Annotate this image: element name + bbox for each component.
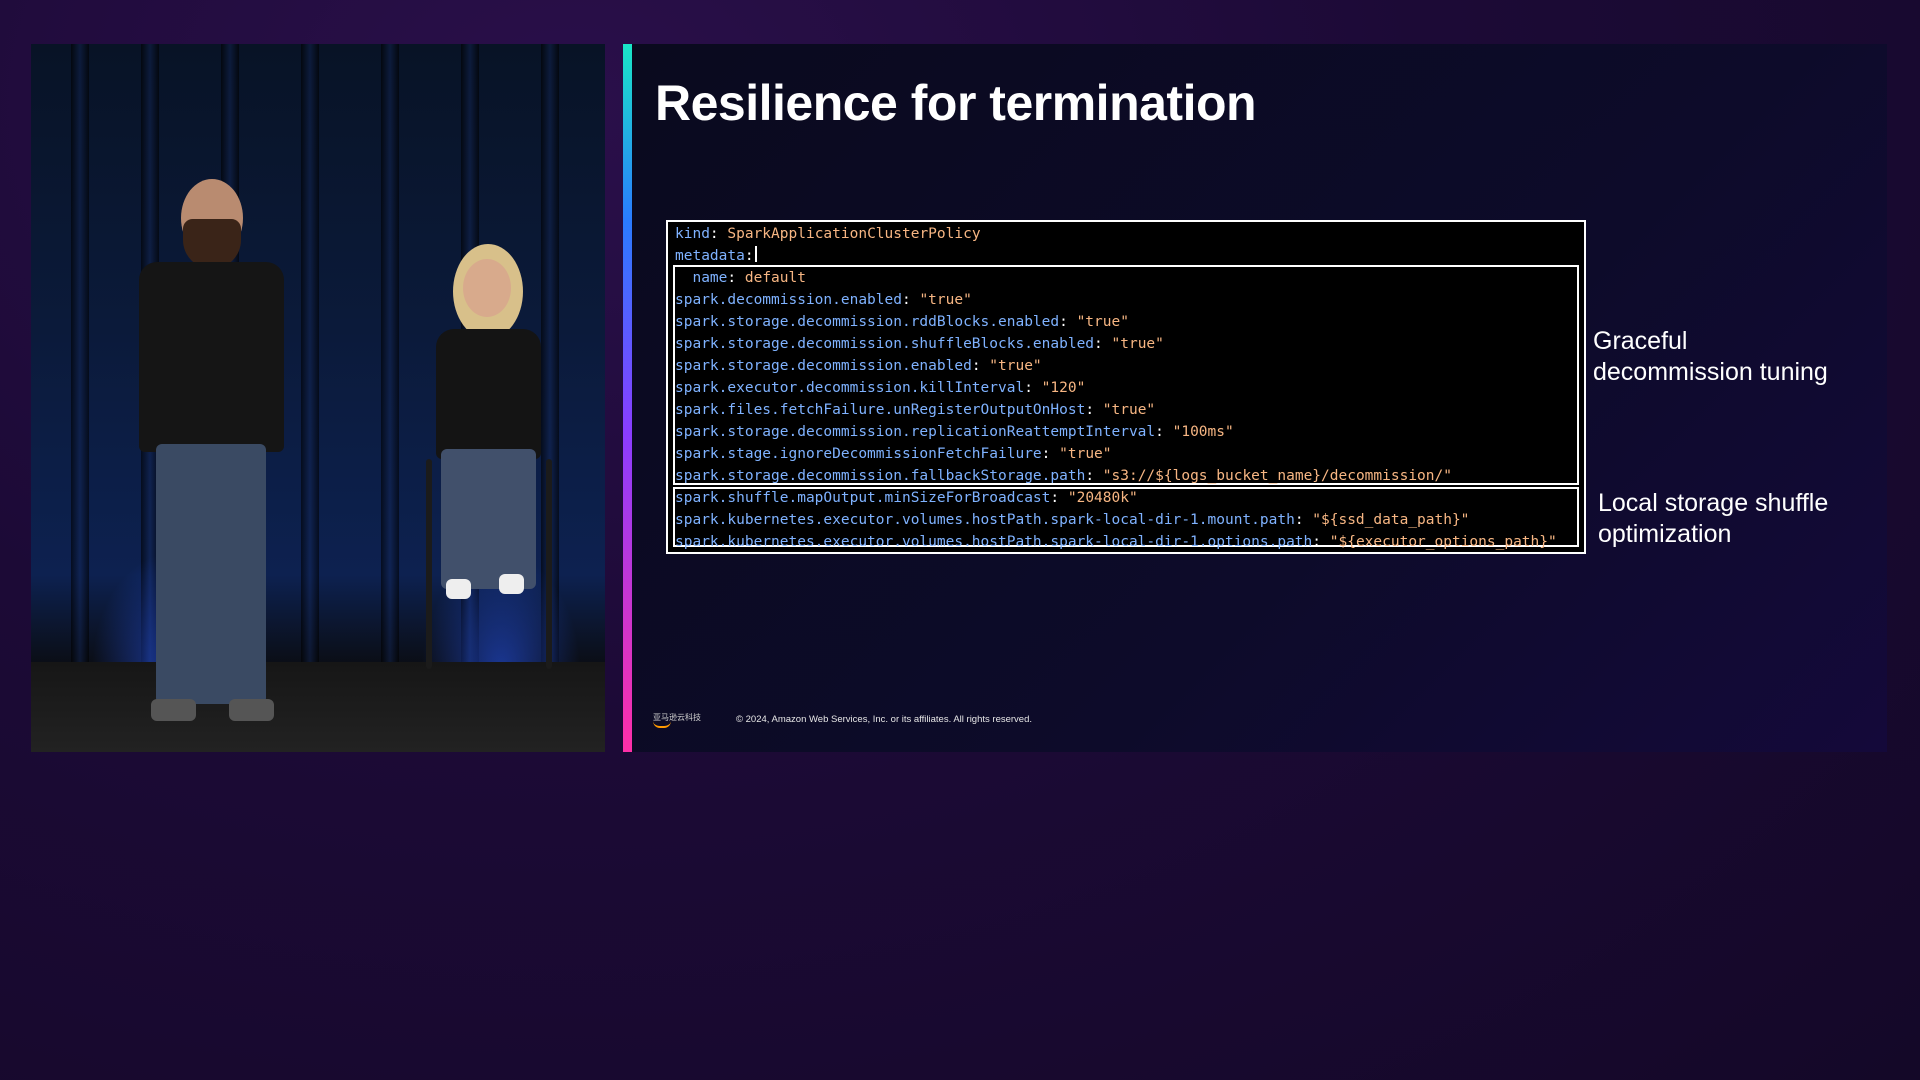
code-key: spark.storage.decommission.shuffleBlocks… bbox=[675, 336, 1095, 352]
code-value: "${ssd_data_path}" bbox=[1312, 512, 1470, 528]
code-separator: : bbox=[709, 226, 728, 242]
code-value: "100ms" bbox=[1172, 424, 1234, 440]
code-line: spark.storage.decommission.enabled: "tru… bbox=[675, 355, 1042, 377]
annotation-graceful-decommission: Graceful decommission tuning bbox=[1593, 327, 1828, 386]
code-value: "s3://${logs_bucket_name}/decommission/" bbox=[1102, 468, 1452, 484]
presenter-seated bbox=[411, 239, 561, 669]
code-value: "120" bbox=[1041, 380, 1086, 396]
accent-bar bbox=[623, 44, 632, 752]
code-key: spark.files.fetchFailure.unRegisterOutpu… bbox=[675, 402, 1086, 418]
code-separator: : bbox=[1059, 314, 1077, 330]
code-line: spark.storage.decommission.rddBlocks.ena… bbox=[675, 311, 1129, 333]
code-key: spark.kubernetes.executor.volumes.hostPa… bbox=[675, 534, 1313, 550]
code-separator: : bbox=[1294, 512, 1313, 528]
code-key: spark.storage.decommission.enabled bbox=[675, 358, 972, 374]
code-value: "20480k" bbox=[1067, 490, 1138, 506]
code-key: spark.storage.decommission.fallbackStora… bbox=[675, 468, 1086, 484]
code-key: spark.decommission.enabled bbox=[675, 292, 902, 308]
code-key: name bbox=[675, 270, 728, 286]
code-value: "true" bbox=[1102, 402, 1156, 418]
code-separator: : bbox=[1050, 490, 1068, 506]
code-separator: : bbox=[901, 292, 920, 308]
code-key: spark.shuffle.mapOutput.minSizeForBroadc… bbox=[675, 490, 1051, 506]
code-line: spark.storage.decommission.replicationRe… bbox=[675, 421, 1234, 443]
annotation-local-storage: Local storage shuffle optimization bbox=[1598, 489, 1829, 548]
code-line: metadata: bbox=[675, 245, 757, 267]
code-separator: : bbox=[1024, 380, 1042, 396]
aws-logo-text: 亚马逊云科技 bbox=[653, 713, 701, 722]
code-line: spark.shuffle.mapOutput.minSizeForBroadc… bbox=[675, 487, 1138, 509]
code-line: name: default bbox=[675, 267, 806, 289]
code-value: "true" bbox=[1059, 446, 1112, 462]
aws-smile-icon bbox=[653, 721, 671, 728]
code-value: "true" bbox=[1076, 314, 1129, 330]
slide-title: Resilience for termination bbox=[655, 75, 1257, 131]
code-key: spark.kubernetes.executor.volumes.hostPa… bbox=[675, 512, 1295, 528]
code-value: "true" bbox=[989, 358, 1042, 374]
code-line: spark.storage.decommission.fallbackStora… bbox=[675, 465, 1452, 487]
code-line: kind: SparkApplicationClusterPolicy bbox=[675, 223, 981, 245]
presentation-slide: Resilience for termination kind: SparkAp… bbox=[623, 44, 1887, 752]
code-separator: : bbox=[1085, 468, 1103, 484]
speaker-video-feed bbox=[31, 44, 605, 752]
code-line: spark.kubernetes.executor.volumes.hostPa… bbox=[675, 531, 1557, 553]
code-separator: : bbox=[1085, 402, 1103, 418]
code-separator: : bbox=[1155, 424, 1173, 440]
code-value: "true" bbox=[919, 292, 972, 308]
code-separator: : bbox=[1312, 534, 1330, 550]
code-key: metadata bbox=[675, 248, 745, 264]
code-separator: : bbox=[971, 358, 990, 374]
code-value: "${executor_options_path}" bbox=[1329, 534, 1557, 550]
code-key: kind bbox=[675, 226, 710, 242]
aws-logo: 亚马逊云科技 bbox=[653, 712, 701, 728]
code-block: kind: SparkApplicationClusterPolicy metad… bbox=[666, 220, 1586, 554]
copyright-text: © 2024, Amazon Web Services, Inc. or its… bbox=[736, 714, 1033, 725]
code-separator: : bbox=[744, 248, 754, 264]
presenter-standing bbox=[101, 134, 321, 744]
code-line: spark.files.fetchFailure.unRegisterOutpu… bbox=[675, 399, 1155, 421]
code-line: spark.decommission.enabled: "true" bbox=[675, 289, 972, 311]
code-value: default bbox=[744, 270, 806, 286]
code-key: spark.storage.decommission.replicationRe… bbox=[675, 424, 1156, 440]
code-line: spark.storage.decommission.shuffleBlocks… bbox=[675, 333, 1164, 355]
code-line: spark.stage.ignoreDecommissionFetchFailu… bbox=[675, 443, 1112, 465]
code-separator: : bbox=[1094, 336, 1112, 352]
code-separator: : bbox=[727, 270, 745, 286]
code-value: "true" bbox=[1111, 336, 1164, 352]
code-separator: : bbox=[1041, 446, 1060, 462]
code-line: spark.executor.decommission.killInterval… bbox=[675, 377, 1085, 399]
code-line: spark.kubernetes.executor.volumes.hostPa… bbox=[675, 509, 1469, 531]
code-key: spark.executor.decommission.killInterval bbox=[675, 380, 1025, 396]
code-key: spark.stage.ignoreDecommissionFetchFailu… bbox=[675, 446, 1042, 462]
code-key: spark.storage.decommission.rddBlocks.ena… bbox=[675, 314, 1060, 330]
text-cursor bbox=[754, 246, 757, 262]
code-value: SparkApplicationClusterPolicy bbox=[727, 226, 981, 242]
